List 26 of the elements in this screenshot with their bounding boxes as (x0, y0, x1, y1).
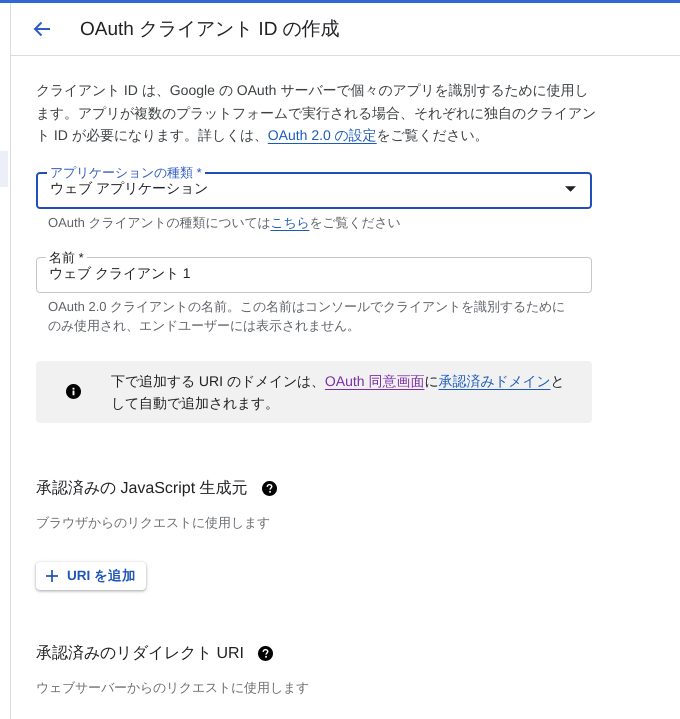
back-arrow-icon[interactable] (32, 19, 52, 39)
link[interactable]: こちら (270, 214, 310, 230)
notice-text: 下で追加する URI のドメインは、OAuth 同意画面に承認済みドメイン として自動で追加されます。 (111, 372, 566, 412)
helper-text: OAuth 2.0 クライアントの名前。この名前はコンソールでクライアントを識別するためにのみ使用され、エンドユーザーには表示されません。 (48, 298, 566, 334)
link[interactable]: 承認済みドメイン (438, 372, 550, 388)
help-icon[interactable] (262, 481, 277, 496)
text-input-field[interactable]: 名前 * ウェブ クライアント 1 (36, 250, 592, 292)
section-description: ウェブサーバーからのリクエストに使用します (36, 678, 309, 696)
help-icon[interactable] (258, 646, 273, 661)
select-field[interactable]: アプリケーションの種類 * ウェブ アプリケーション (36, 166, 592, 208)
link[interactable]: OAuth 2.0 の設定 (268, 127, 377, 143)
link[interactable]: OAuth 同意画面 (324, 372, 424, 388)
helper-text: OAuth クライアントの種類についてはこちら をご覧ください (48, 214, 402, 232)
add-uri-button[interactable]: URI を追加 (36, 562, 146, 590)
input-value: ウェブ クライアント 1 (49, 264, 191, 282)
selected-value: ウェブ アプリケーション (50, 180, 208, 198)
caret-icon (565, 186, 576, 192)
info-icon (66, 384, 81, 399)
intro-text: クライアント ID は、Google の OAuth サーバーで個々のアプリを識別するために使用します。アプリが複数のプラットフォームで実行される場合、それぞれに独自のクライアント ID が必要になります。詳しくは、OAuth 2.0 の設定をご覧ください。 (36, 81, 596, 145)
section-title: 承認済みの JavaScript 生成元 (36, 478, 248, 498)
section-description: ブラウザからのリクエストに使用します (36, 514, 270, 532)
field-label: アプリケーションの種類 * (49, 166, 203, 180)
section-title: 承認済みのリダイレクト URI (36, 644, 244, 664)
plus-icon (46, 570, 58, 582)
page-title: OAuth クライアント ID の作成 (80, 18, 340, 42)
field-label: 名前 * (48, 250, 85, 264)
